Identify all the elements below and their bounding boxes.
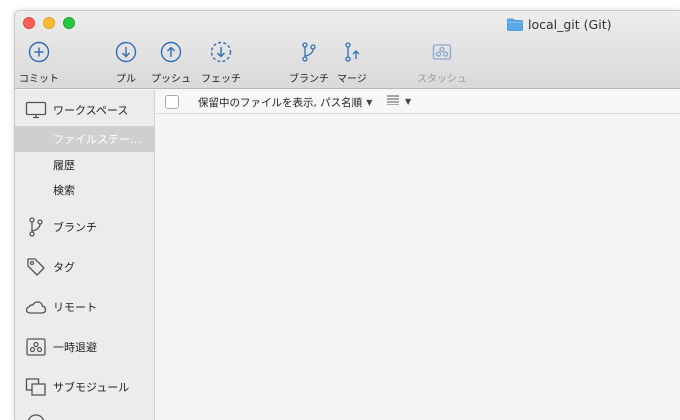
merge-icon	[339, 39, 365, 65]
sidebar-item-tags[interactable]: タグ	[15, 254, 155, 280]
merge-label: マージ	[337, 74, 367, 85]
sidebar-item-label: 履歴	[53, 159, 75, 172]
sidebar-item-label: ブランチ	[53, 221, 97, 234]
file-status-panel: 保留中のファイルを表示, パス名順 ▼ ▼	[156, 90, 680, 420]
minimize-window-button[interactable]	[43, 17, 55, 29]
branch-icon	[296, 39, 322, 65]
pull-button[interactable]: プル	[113, 39, 139, 85]
sidebar-item-history[interactable]: 履歴	[15, 152, 155, 178]
stash-button[interactable]: スタッシュ	[417, 39, 467, 85]
merge-button[interactable]: マージ	[337, 39, 367, 85]
dashed-arrow-down-circle-icon	[208, 39, 234, 65]
sidebar-item-label: 検索	[53, 184, 75, 197]
sidebar-item-stashes[interactable]: 一時退避	[15, 334, 155, 360]
window-title: local_git (Git)	[507, 15, 611, 33]
sidebar-item-label: リモート	[53, 301, 97, 314]
monitor-icon	[25, 99, 47, 121]
pull-label: プル	[116, 74, 136, 85]
file-sort-value: 保留中のファイルを表示, パス名順	[198, 97, 363, 109]
sidebar-item-label: ワークスペース	[53, 104, 129, 117]
sidebar-item-workspace[interactable]: ワークスペース	[15, 98, 155, 122]
sidebar-item-label: ファイルステー…	[53, 133, 141, 146]
app-window: local_git (Git) コミット プル プッシュ フェッチ ブランチ マ…	[14, 10, 680, 420]
push-button[interactable]: プッシュ	[151, 39, 191, 85]
circle-icon	[25, 412, 47, 420]
fetch-button[interactable]: フェッチ	[201, 39, 241, 85]
file-sort-select[interactable]: 保留中のファイルを表示, パス名順 ▼	[198, 95, 372, 110]
tag-icon	[25, 256, 47, 278]
sidebar-item-branches[interactable]: ブランチ	[15, 214, 155, 240]
window-title-text: local_git (Git)	[528, 16, 612, 32]
cloud-icon	[25, 296, 47, 318]
plus-circle-icon	[26, 39, 52, 65]
folder-icon	[507, 18, 523, 31]
sidebar-item-search[interactable]: 検索	[15, 177, 155, 203]
view-mode-select[interactable]: ▼	[387, 95, 411, 108]
file-list-area	[156, 115, 680, 420]
branch-icon	[25, 216, 47, 238]
arrow-down-circle-icon	[113, 39, 139, 65]
sidebar-item-label: タグ	[53, 261, 75, 274]
fetch-label: フェッチ	[201, 74, 241, 85]
stash-icon	[429, 39, 455, 65]
file-filter-bar: 保留中のファイルを表示, パス名順 ▼ ▼	[156, 90, 680, 114]
chevron-down-icon: ▼	[405, 97, 412, 106]
sidebar-item-file-status[interactable]: ファイルステー…	[15, 126, 155, 152]
stash-icon	[25, 336, 47, 358]
sidebar: ワークスペース ファイルステー… 履歴 検索 ブランチ タグ リモート 一時退避…	[15, 90, 155, 420]
sidebar-item-remotes[interactable]: リモート	[15, 294, 155, 320]
sidebar-item-label: 一時退避	[53, 341, 97, 354]
push-label: プッシュ	[151, 74, 191, 85]
sidebar-item-more[interactable]	[15, 412, 155, 420]
stash-label: スタッシュ	[417, 74, 467, 85]
commit-button[interactable]: コミット	[19, 39, 59, 85]
branch-label: ブランチ	[289, 74, 329, 85]
close-window-button[interactable]	[23, 17, 35, 29]
toolbar: local_git (Git) コミット プル プッシュ フェッチ ブランチ マ…	[15, 11, 680, 89]
branch-button[interactable]: ブランチ	[289, 39, 329, 85]
commit-label: コミット	[19, 74, 59, 85]
select-all-checkbox[interactable]	[165, 95, 179, 109]
arrow-up-circle-icon	[158, 39, 184, 65]
submodule-icon	[25, 376, 47, 398]
list-lines-icon	[387, 95, 399, 108]
sidebar-item-submodules[interactable]: サブモジュール	[15, 374, 155, 400]
chevron-down-icon: ▼	[366, 98, 373, 107]
maximize-window-button[interactable]	[63, 17, 75, 29]
sidebar-item-label: サブモジュール	[53, 381, 130, 394]
